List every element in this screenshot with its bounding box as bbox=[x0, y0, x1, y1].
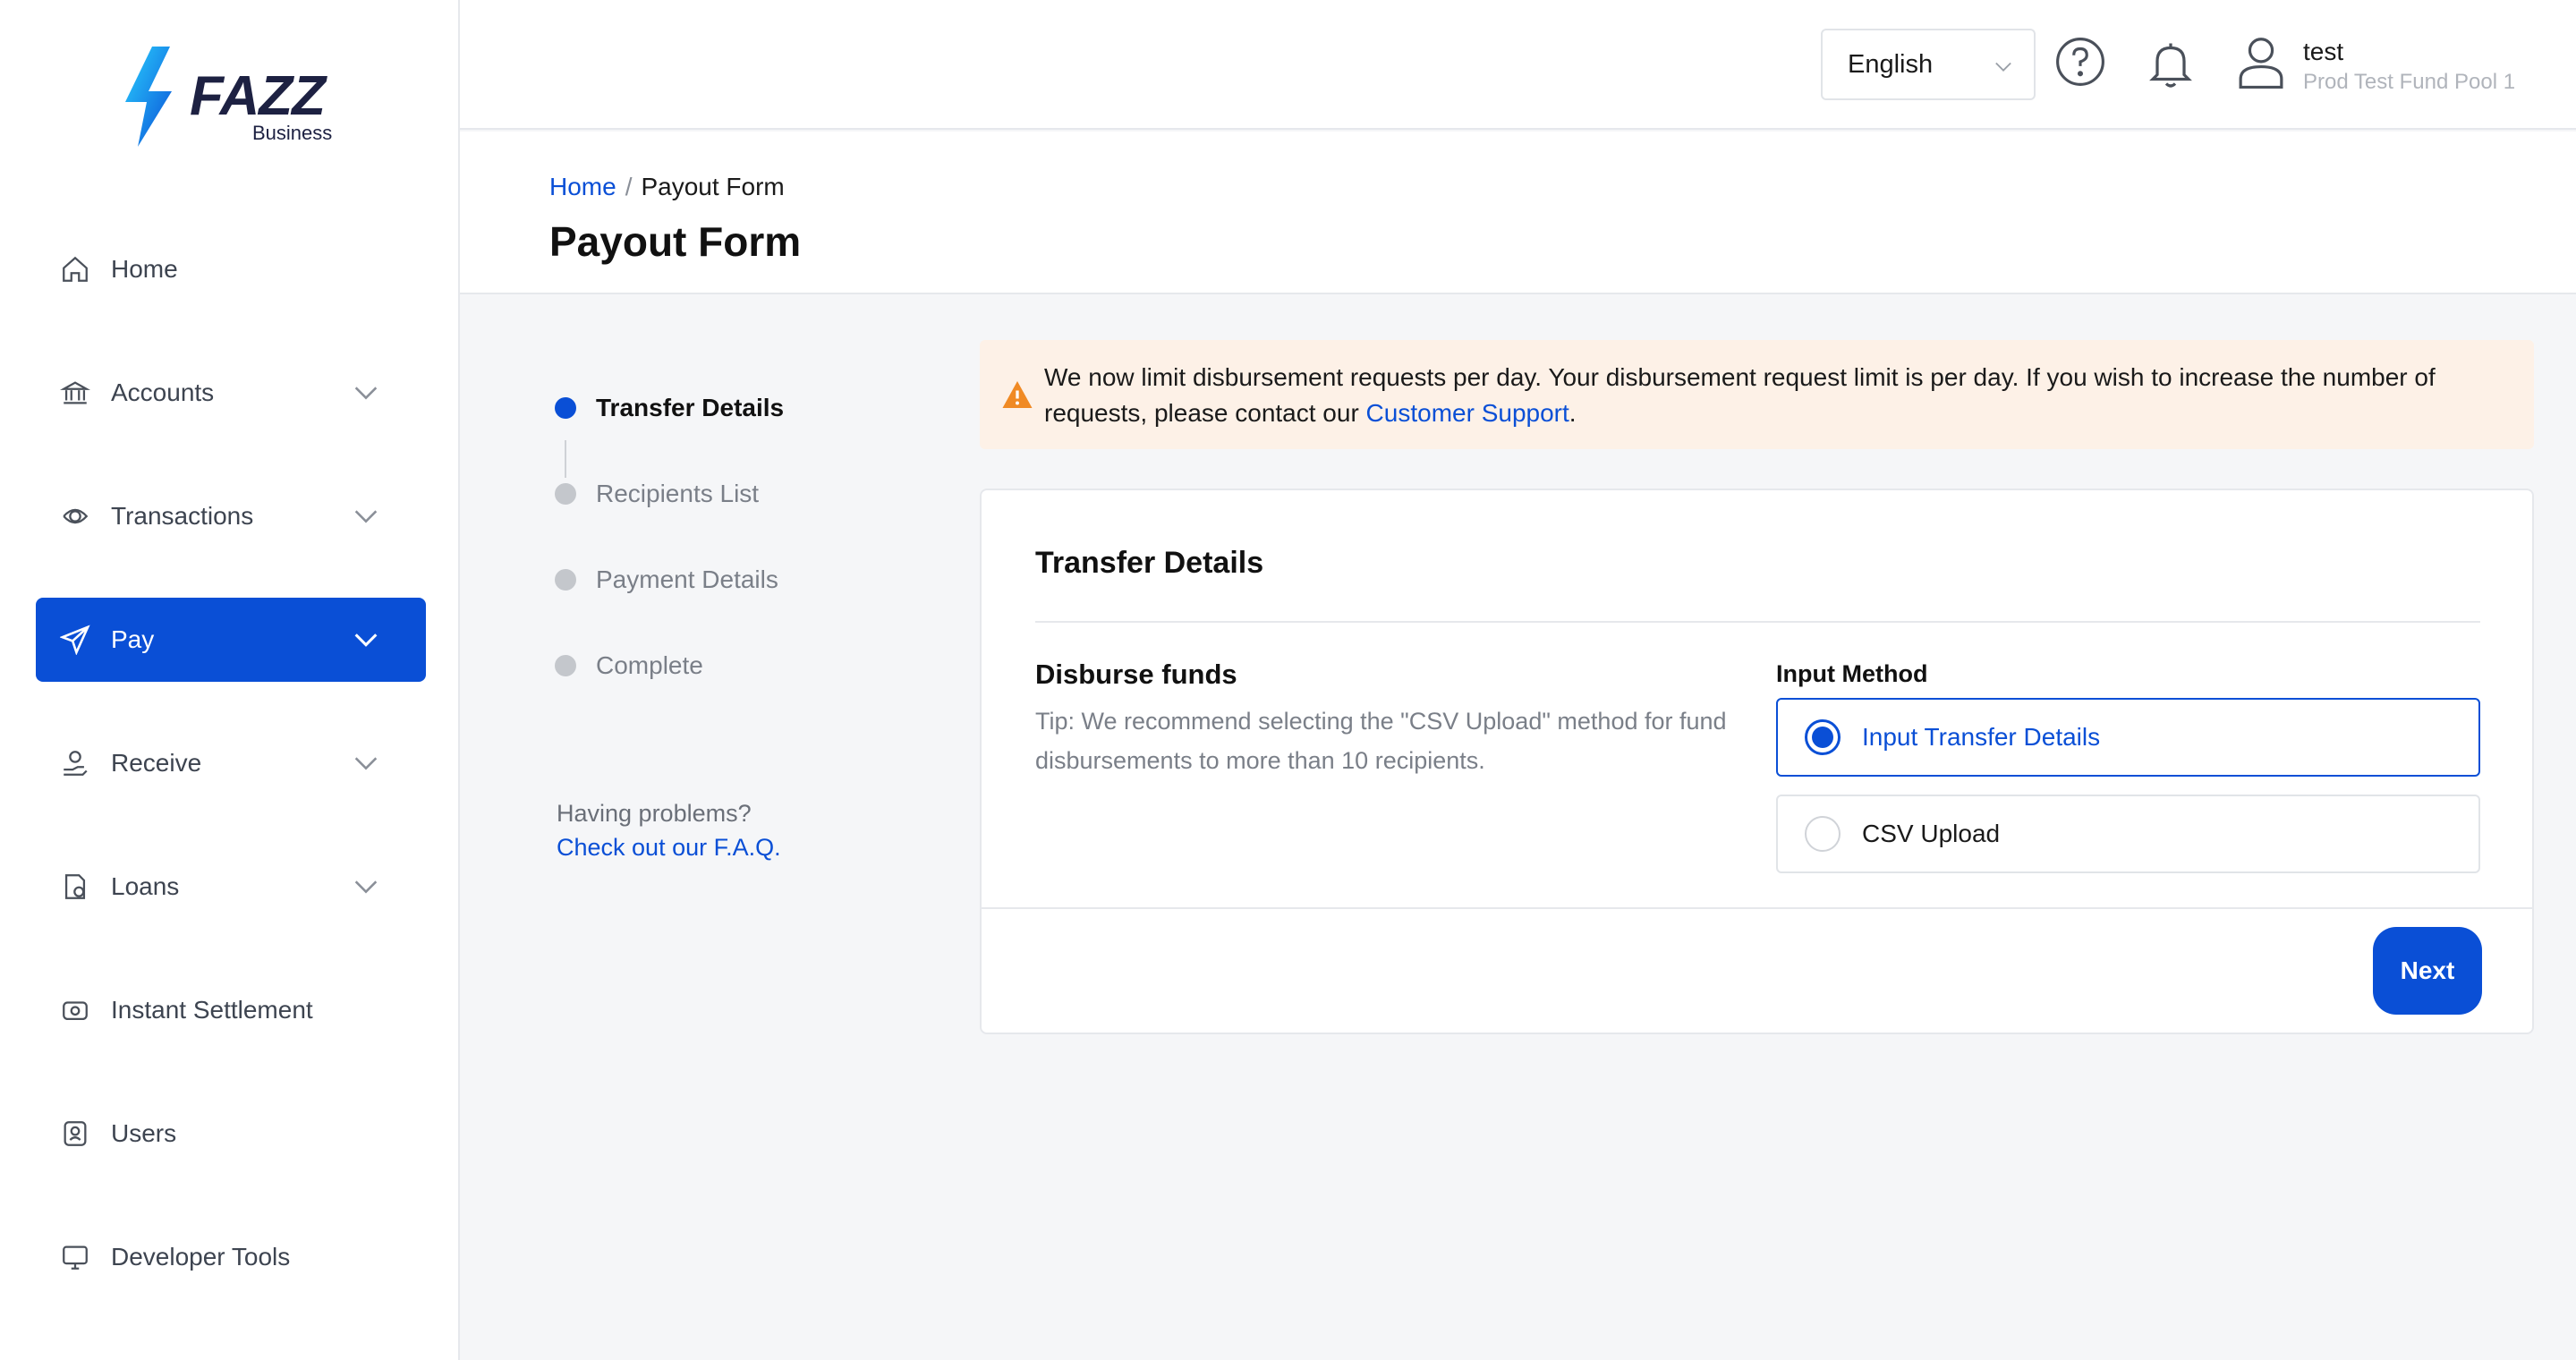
bank-icon bbox=[59, 377, 91, 409]
sidebar-item-label: Pay bbox=[111, 625, 155, 653]
breadcrumb: Home / Payout Form bbox=[549, 173, 785, 201]
alert-text: We now limit disbursement requests per d… bbox=[1044, 360, 2512, 431]
input-method-option-csv-upload[interactable]: CSV Upload bbox=[1776, 795, 2480, 873]
step-payment-details: Payment Details bbox=[555, 565, 778, 594]
sidebar-item-accounts[interactable]: Accounts bbox=[36, 351, 426, 435]
sidebar-item-label: Developer Tools bbox=[111, 1243, 291, 1271]
sidebar-item-loans[interactable]: Loans bbox=[36, 845, 426, 929]
help-question: Having problems? bbox=[557, 800, 752, 827]
transactions-icon bbox=[59, 500, 91, 532]
faq-link[interactable]: Check out our F.A.Q. bbox=[557, 830, 781, 864]
step-connector bbox=[565, 440, 566, 478]
sidebar-item-home[interactable]: Home bbox=[36, 227, 426, 311]
breadcrumb-current: Payout Form bbox=[641, 173, 785, 200]
sidebar-item-users[interactable]: Users bbox=[36, 1092, 426, 1176]
alert-suffix: . bbox=[1569, 399, 1577, 427]
page-header: Home / Payout Form Payout Form bbox=[460, 132, 2576, 294]
input-method-option-input-transfer-details[interactable]: Input Transfer Details bbox=[1776, 698, 2480, 777]
sidebar-item-label: Accounts bbox=[111, 378, 215, 406]
receive-icon bbox=[59, 747, 91, 779]
limit-alert: We now limit disbursement requests per d… bbox=[980, 340, 2534, 449]
step-transfer-details: Transfer Details bbox=[555, 394, 784, 422]
transfer-details-card: Transfer Details Disburse funds Tip: We … bbox=[980, 489, 2534, 1034]
sidebar-item-transactions[interactable]: Transactions bbox=[36, 474, 426, 558]
step-dot bbox=[555, 655, 576, 676]
bell-icon[interactable] bbox=[2144, 36, 2198, 91]
step-complete: Complete bbox=[555, 651, 703, 680]
chevron-down-icon bbox=[1995, 62, 2011, 72]
top-bar: English test Prod Test Fund Pool 1 bbox=[460, 0, 2576, 130]
alert-message: We now limit disbursement requests per d… bbox=[1044, 363, 2436, 427]
step-label: Recipients List bbox=[596, 480, 760, 507]
step-label: Payment Details bbox=[596, 565, 778, 593]
logo-subtitle: Business bbox=[252, 122, 333, 144]
step-label: Complete bbox=[596, 651, 703, 679]
sidebar: FAZZ Business Home Accounts Transactions… bbox=[0, 0, 460, 1360]
step-recipients-list: Recipients List bbox=[555, 480, 759, 508]
step-label: Transfer Details bbox=[596, 394, 785, 421]
chevron-down-icon bbox=[354, 633, 378, 647]
user-avatar-icon[interactable] bbox=[2236, 34, 2286, 91]
home-icon bbox=[59, 253, 91, 285]
option-label: Input Transfer Details bbox=[1862, 723, 2101, 751]
sidebar-item-label: Users bbox=[111, 1119, 177, 1147]
next-button[interactable]: Next bbox=[2373, 927, 2482, 1015]
send-icon bbox=[59, 624, 91, 656]
sidebar-item-pay[interactable]: Pay bbox=[36, 598, 426, 682]
chevron-down-icon bbox=[354, 880, 378, 894]
sidebar-item-instant-settlement[interactable]: Instant Settlement bbox=[36, 968, 426, 1052]
language-value: English bbox=[1848, 49, 1934, 79]
customer-support-link[interactable]: Customer Support bbox=[1366, 399, 1569, 427]
sidebar-item-label: Home bbox=[111, 255, 178, 283]
warning-icon bbox=[1002, 381, 1033, 408]
sidebar-item-label: Loans bbox=[111, 872, 180, 900]
help-box: Having problems? Check out our F.A.Q. bbox=[557, 796, 781, 864]
fazz-logo[interactable]: FAZZ Business bbox=[118, 43, 351, 150]
settlement-icon bbox=[59, 994, 91, 1026]
divider bbox=[1035, 621, 2480, 623]
input-method-label: Input Method bbox=[1776, 660, 1928, 687]
fazz-bolt-icon bbox=[125, 47, 172, 147]
help-icon[interactable] bbox=[2054, 36, 2106, 88]
page-title: Payout Form bbox=[549, 218, 802, 265]
step-dot bbox=[555, 483, 576, 505]
users-icon bbox=[59, 1118, 91, 1150]
radio-selected[interactable] bbox=[1805, 719, 1841, 755]
monitor-icon bbox=[59, 1241, 91, 1273]
loans-icon bbox=[59, 871, 91, 903]
chevron-down-icon bbox=[354, 510, 378, 523]
logo-wordmark: FAZZ bbox=[190, 65, 326, 127]
step-dot bbox=[555, 397, 576, 419]
sidebar-item-label: Receive bbox=[111, 749, 202, 777]
chevron-down-icon bbox=[354, 387, 378, 400]
section-tip: Tip: We recommend selecting the "CSV Upl… bbox=[1035, 708, 1727, 774]
option-label: CSV Upload bbox=[1862, 820, 2001, 847]
user-fund-pool: Prod Test Fund Pool 1 bbox=[2303, 70, 2516, 94]
breadcrumb-home-link[interactable]: Home bbox=[549, 173, 616, 200]
radio-unselected[interactable] bbox=[1805, 816, 1841, 852]
chevron-down-icon bbox=[354, 757, 378, 770]
user-name[interactable]: test bbox=[2303, 38, 2343, 66]
sidebar-item-developer-tools[interactable]: Developer Tools bbox=[36, 1215, 426, 1299]
breadcrumb-separator: / bbox=[625, 173, 633, 200]
step-dot bbox=[555, 569, 576, 591]
section-title: Disburse funds bbox=[1035, 659, 1237, 690]
sidebar-item-label: Instant Settlement bbox=[111, 996, 313, 1024]
card-title: Transfer Details bbox=[1035, 546, 1264, 580]
sidebar-item-label: Transactions bbox=[111, 502, 254, 530]
language-select[interactable]: English bbox=[1821, 29, 2036, 100]
sidebar-item-receive[interactable]: Receive bbox=[36, 721, 426, 805]
divider bbox=[982, 907, 2532, 909]
